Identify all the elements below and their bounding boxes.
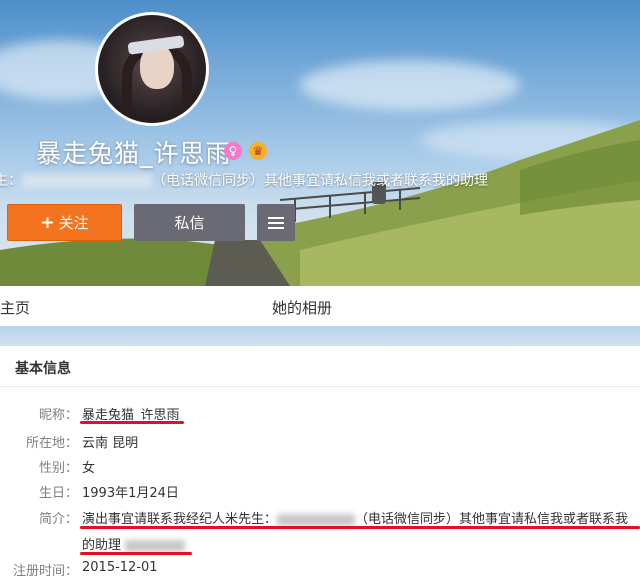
female-icon: ♀ [224, 142, 242, 160]
intro-text-c: 的助理 [82, 538, 122, 553]
avatar[interactable] [95, 12, 209, 126]
tab-album[interactable]: 她的相册 [272, 297, 332, 318]
tab-home[interactable]: 主页 [0, 297, 30, 318]
birthday-label: 生日： [38, 486, 78, 501]
intro-text-a: 演出事宜请联系我经纪人米先生： [82, 512, 278, 527]
annotation-underline [80, 552, 192, 555]
blurred-phone [277, 513, 356, 526]
menu-icon [268, 216, 284, 229]
gender-value: 女 [82, 461, 96, 476]
profile-bio: 生： （电话微信同步）其他事宜请私信我或者联系我的助理 [0, 170, 488, 190]
register-label: 注册时间： [12, 564, 78, 579]
basic-info-card: 基本信息 昵称： 暴走兔猫_许思雨 所在地： 云南 昆明 性别： 女 生日： 1… [0, 346, 640, 584]
follow-label: 关注 [58, 214, 89, 232]
plus-icon: + [40, 212, 55, 233]
profile-name: 暴走兔猫_许思雨 [36, 139, 232, 168]
intro-line-2: 的助理 [82, 534, 186, 553]
divider [0, 386, 640, 387]
annotation-underline [80, 526, 640, 529]
annotation-underline [80, 421, 184, 424]
more-menu-button[interactable] [257, 204, 295, 241]
profile-cover: 暴走兔猫_许思雨 ♀ ♛ 生： （电话微信同步）其他事宜请私信我或者联系我的助理 … [0, 0, 640, 286]
birthday-value: 1993年1月24日 [82, 486, 179, 501]
blurred-handle [125, 539, 186, 552]
nickname-label: 昵称： [38, 408, 78, 423]
section-divider [0, 326, 640, 346]
vip-crown-icon[interactable]: ♛ [249, 142, 267, 160]
profile-tabs: 主页 她的相册 [0, 286, 640, 326]
register-value: 2015-12-01 [82, 560, 158, 575]
message-button[interactable]: 私信 [134, 204, 245, 241]
bio-text: （电话微信同步）其他事宜请私信我或者联系我的助理 [152, 173, 488, 189]
card-title: 基本信息 [15, 361, 71, 377]
intro-label: 简介： [38, 512, 78, 527]
message-label: 私信 [174, 214, 205, 232]
location-value: 云南 昆明 [82, 436, 139, 451]
intro-text-b: （电话微信同步）其他事宜请私信我或者联系我 [355, 512, 629, 527]
intro-line-1: 演出事宜请联系我经纪人米先生： （电话微信同步）其他事宜请私信我或者联系我 [82, 508, 628, 527]
follow-button[interactable]: + 关注 [7, 204, 122, 241]
blurred-phone [22, 174, 152, 188]
location-label: 所在地： [25, 436, 78, 451]
bio-prefix: 生： [0, 173, 22, 189]
gender-label: 性别： [38, 461, 78, 476]
